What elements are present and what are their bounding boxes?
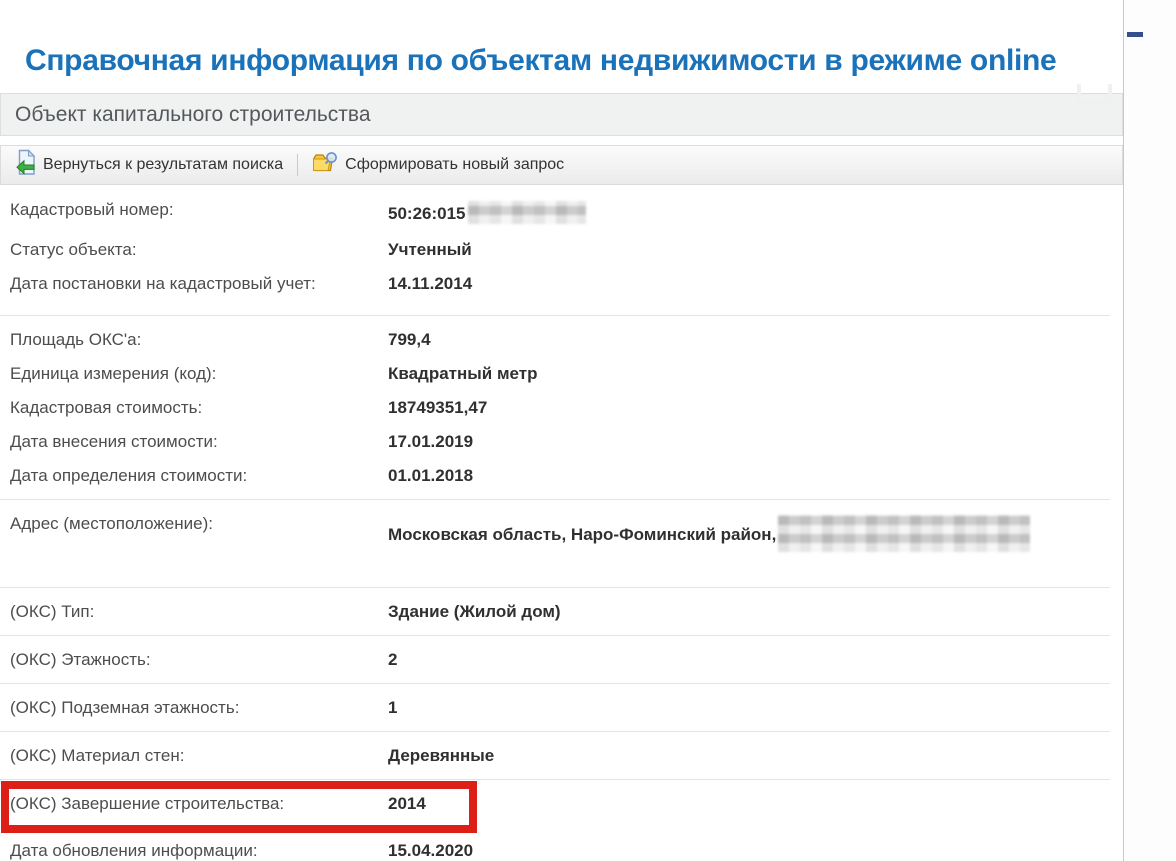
record-row: (ОКС) Завершение строительства:2014 xyxy=(0,787,1110,821)
row-value: Квадратный метр xyxy=(388,365,538,382)
section-header-label: Объект капитального строительства xyxy=(15,103,371,126)
record-row: Единица измерения (код):Квадратный метр xyxy=(0,357,1110,391)
row-label: Дата определения стоимости: xyxy=(10,467,388,484)
toolbar-separator xyxy=(297,154,298,176)
record-row: (ОКС) Подземная этажность:1 xyxy=(0,691,1110,725)
return-document-icon xyxy=(16,149,36,181)
record-row: (ОКС) Материал стен:Деревянные xyxy=(0,739,1110,773)
row-label: Адрес (местоположение): xyxy=(10,515,388,552)
row-value: Московская область, Наро-Фоминский район… xyxy=(388,515,1030,552)
new-request-button[interactable]: Сформировать новый запрос xyxy=(306,148,570,182)
record-row: Кадастровый номер:50:26:015 xyxy=(0,193,1110,233)
record-group: (ОКС) Материал стен:Деревянные xyxy=(0,731,1110,779)
record-row: (ОКС) Тип:Здание (Жилой дом) xyxy=(0,595,1110,629)
row-label: Площадь ОКС'а: xyxy=(10,331,388,348)
row-value: 15.04.2020 xyxy=(388,842,473,859)
record-row: Дата определения стоимости:01.01.2018 xyxy=(0,459,1110,493)
main-panel: Справочная информация по объектам недвиж… xyxy=(0,0,1124,861)
record-group: Площадь ОКС'а:799,4Единица измерения (ко… xyxy=(0,315,1110,499)
row-label: Статус объекта: xyxy=(10,241,388,258)
row-value: 1 xyxy=(388,699,397,716)
record-group: Кадастровый номер:50:26:015Статус объект… xyxy=(0,185,1110,315)
back-to-results-button[interactable]: Вернуться к результатам поиска xyxy=(10,146,289,184)
row-label: (ОКС) Этажность: xyxy=(10,651,388,668)
record-group: (ОКС) Этажность:2 xyxy=(0,635,1110,683)
top-right-dash-artifact xyxy=(1127,32,1143,37)
record-row: Дата постановки на кадастровый учет:14.1… xyxy=(0,267,1110,301)
new-search-folder-icon xyxy=(312,151,338,179)
row-label: (ОКС) Подземная этажность: xyxy=(10,699,388,716)
record-group: Адрес (местоположение):Московская област… xyxy=(0,499,1110,587)
row-label: Единица измерения (код): xyxy=(10,365,388,382)
section-header: Объект капитального строительства xyxy=(0,93,1123,136)
page-title: Справочная информация по объектам недвиж… xyxy=(0,0,1123,78)
record-group: Дата обновления информации:15.04.2020 xyxy=(0,827,1110,861)
row-label: Дата внесения стоимости: xyxy=(10,433,388,450)
record-group: (ОКС) Тип:Здание (Жилой дом) xyxy=(0,587,1110,635)
crop-marker-bracket xyxy=(1077,84,1112,105)
row-label: (ОКС) Материал стен: xyxy=(10,747,388,764)
row-label: Дата обновления информации: xyxy=(10,842,388,859)
row-label: (ОКС) Тип: xyxy=(10,603,388,620)
row-value: 2014 xyxy=(388,795,426,812)
record-row: Кадастровая стоимость:18749351,47 xyxy=(0,391,1110,425)
row-value: 14.11.2014 xyxy=(388,275,472,292)
record-row: (ОКС) Этажность:2 xyxy=(0,643,1110,677)
row-value: Здание (Жилой дом) xyxy=(388,603,561,620)
row-value: 50:26:015 xyxy=(388,201,586,224)
record-row: Площадь ОКС'а:799,4 xyxy=(0,323,1110,357)
row-label: Дата постановки на кадастровый учет: xyxy=(10,275,388,292)
row-label: Кадастровая стоимость: xyxy=(10,399,388,416)
row-value: 18749351,47 xyxy=(388,399,487,416)
back-to-results-label: Вернуться к результатам поиска xyxy=(43,156,283,174)
row-value: 01.01.2018 xyxy=(388,467,473,484)
record-group: (ОКС) Подземная этажность:1 xyxy=(0,683,1110,731)
redacted-blur-block xyxy=(468,201,586,224)
row-value: Учтенный xyxy=(388,241,472,258)
row-label: (ОКС) Завершение строительства: xyxy=(10,795,388,812)
record-group: (ОКС) Завершение строительства:2014 xyxy=(0,779,1110,827)
record-row: Адрес (местоположение):Московская област… xyxy=(0,507,1110,561)
new-request-label: Сформировать новый запрос xyxy=(345,156,564,174)
toolbar: Вернуться к результатам поиска Сформиров… xyxy=(0,145,1123,185)
redacted-blur-block xyxy=(778,515,1030,552)
row-value: 17.01.2019 xyxy=(388,433,473,450)
record-groups: Кадастровый номер:50:26:015Статус объект… xyxy=(0,185,1123,861)
record-row: Статус объекта:Учтенный xyxy=(0,233,1110,267)
record-row: Дата внесения стоимости:17.01.2019 xyxy=(0,425,1110,459)
row-value: Деревянные xyxy=(388,747,494,764)
row-value: 2 xyxy=(388,651,397,668)
row-value: 799,4 xyxy=(388,331,431,348)
row-label: Кадастровый номер: xyxy=(10,201,388,224)
record-row: Дата обновления информации:15.04.2020 xyxy=(0,834,1110,861)
